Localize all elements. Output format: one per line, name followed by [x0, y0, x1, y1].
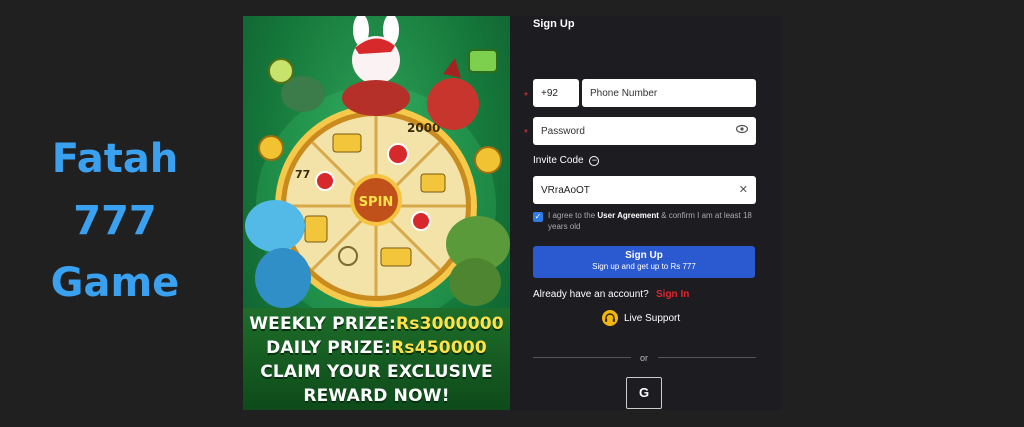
phone-placeholder: Phone Number	[590, 87, 658, 99]
collapse-icon[interactable]: −	[589, 156, 600, 166]
invite-code-label: Invite Code −	[533, 155, 600, 166]
cash-stack-icon	[468, 49, 498, 73]
daily-prize-label: DAILY PRIZE:	[266, 338, 392, 358]
user-agreement-link[interactable]: User Agreement	[597, 211, 659, 220]
signup-panel: Sign Up * +92 Phone Number * Password In…	[510, 16, 781, 410]
clear-icon[interactable]: ✕	[739, 183, 748, 196]
side-title-line2: 777	[73, 198, 157, 244]
google-icon: G	[638, 385, 650, 400]
live-support-button[interactable]: Live Support	[602, 310, 680, 326]
have-account-text: Already have an account?	[533, 289, 649, 300]
crocodile-character-right	[446, 216, 510, 306]
signup-title: Sign Up	[533, 18, 575, 30]
wheel-number-77: 77	[295, 168, 310, 181]
eye-icon[interactable]	[735, 124, 749, 137]
country-code-select[interactable]: +92	[533, 79, 579, 107]
password-placeholder: Password	[541, 125, 585, 137]
daily-prize: DAILY PRIZE:Rs450000	[243, 338, 510, 358]
weekly-prize: WEEKLY PRIZE:Rs3000000	[243, 314, 510, 334]
spin-label: SPIN	[359, 195, 394, 210]
side-title-line3: Game	[50, 260, 180, 306]
rabbit-character	[342, 16, 410, 116]
coin-icon	[268, 58, 294, 84]
weekly-prize-label: WEEKLY PRIZE:	[249, 314, 396, 334]
invite-code-label-text: Invite Code	[533, 155, 584, 166]
country-code-value: +92	[541, 87, 558, 99]
side-title-line1: Fatah	[51, 136, 179, 182]
divider-left	[533, 357, 631, 358]
claim-line1: CLAIM YOUR EXCLUSIVE	[260, 362, 493, 382]
phone-number-input[interactable]: Phone Number	[582, 79, 756, 107]
signin-link[interactable]: Sign In	[656, 289, 689, 300]
weekly-prize-amount: Rs3000000	[395, 314, 504, 334]
signup-button[interactable]: Sign Up Sign up and get up to Rs 777	[533, 246, 755, 278]
signup-button-label: Sign Up	[625, 250, 663, 261]
divider-right	[658, 357, 756, 358]
signup-button-sublabel: Sign up and get up to Rs 777	[592, 262, 696, 271]
required-marker: *	[524, 128, 528, 139]
invite-code-value: VRraAoOT	[541, 184, 590, 196]
promo-illustration: 2000 77 SPIN	[245, 16, 510, 316]
side-title: Fatah 777 Game	[30, 128, 200, 314]
agreement-checkbox[interactable]: ✓	[533, 212, 543, 222]
agreement-text: I agree to the User Agreement & confirm …	[548, 210, 763, 232]
required-marker: *	[524, 91, 528, 102]
invite-code-input[interactable]: VRraAoOT ✕	[533, 176, 756, 204]
gold-coin-icon	[474, 146, 502, 174]
promo-banner: 2000 77 SPIN WEEKLY PRIZE:Rs3000000 DAIL…	[243, 16, 510, 410]
password-input[interactable]: Password	[533, 117, 756, 145]
daily-prize-amount: Rs450000	[391, 338, 487, 358]
gold-coin-icon	[258, 135, 284, 161]
google-login-button[interactable]: G	[626, 377, 662, 409]
agree-prefix: I agree to the	[548, 211, 596, 220]
live-support-label: Live Support	[624, 312, 681, 324]
headset-icon	[602, 310, 618, 326]
or-text: or	[640, 353, 649, 363]
claim-line2: REWARD NOW!	[303, 386, 450, 406]
